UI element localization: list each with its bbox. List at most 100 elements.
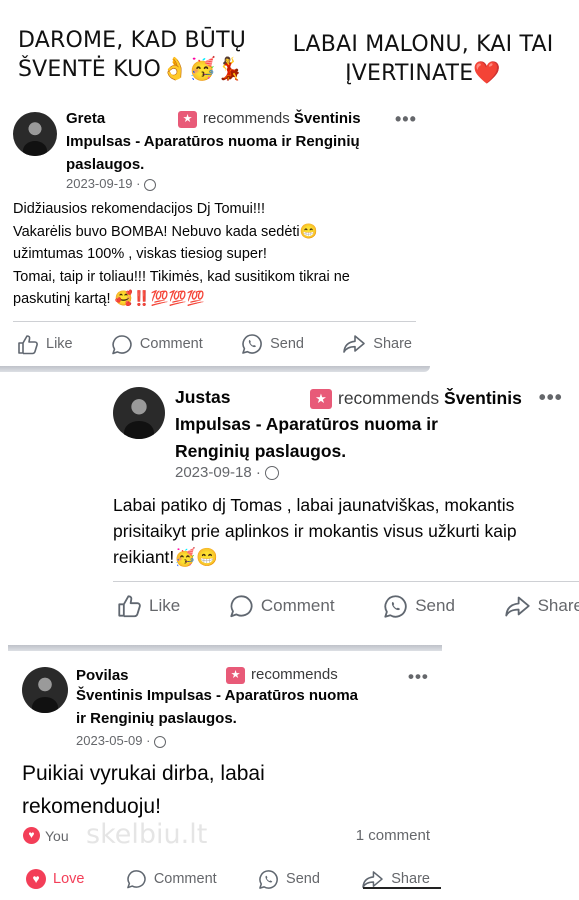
- avatar[interactable]: [22, 667, 68, 713]
- review-card-justas: Justas ★ recommends Šventinis ••• Impulsa…: [100, 377, 579, 629]
- recommendation-line: ★ recommends Šventinis: [178, 110, 361, 128]
- action-bar: Like Comment Send Share: [117, 593, 579, 619]
- share-icon: [504, 596, 530, 616]
- reaction-names: You: [45, 827, 69, 844]
- divider: [113, 581, 579, 582]
- comment-button[interactable]: Comment: [111, 334, 203, 355]
- avatar[interactable]: [13, 112, 57, 156]
- recommendation-line: ★ recommends: [226, 666, 338, 684]
- share-label: Share: [373, 336, 412, 352]
- comment-label: Comment: [153, 871, 217, 887]
- like-button[interactable]: Like: [17, 334, 73, 355]
- recommend-icon: ★: [310, 389, 332, 410]
- reviewer-name[interactable]: Greta: [66, 110, 105, 127]
- send-button[interactable]: Send: [241, 333, 304, 355]
- like-label: Like: [149, 596, 181, 615]
- share-icon: [362, 870, 384, 888]
- post-date-text[interactable]: 2023-05-09 ·: [76, 733, 150, 748]
- comment-label: Comment: [139, 336, 203, 352]
- globe-icon: [154, 735, 167, 748]
- recommends-label: recommends: [203, 110, 290, 127]
- divider: [13, 321, 416, 322]
- page-name-continued[interactable]: Impulsas - Aparatūros nuoma ir Renginių …: [175, 411, 505, 465]
- share-button[interactable]: Share: [361, 870, 430, 889]
- action-bar: Like Comment Send Share: [17, 332, 412, 356]
- comment-label: Comment: [260, 596, 335, 615]
- review-text-line: paskutinį kartą! 🥰‼️💯💯💯: [13, 291, 205, 307]
- comment-icon: [230, 595, 253, 618]
- recommend-icon: ★: [226, 666, 245, 684]
- headline-right-line-2: ĮVERTINATE❤️: [345, 61, 501, 86]
- review-text-line: Vakarėlis buvo BOMBA! Nebuvo kada sedėti…: [13, 223, 318, 240]
- send-label: Send: [270, 336, 304, 352]
- globe-icon: [264, 466, 279, 481]
- headline-left-line-2: ŠVENTĖ KUO👌🥳💃: [18, 57, 244, 82]
- headline-left: DAROME, KAD BŪTŲ ŠVENTĖ KUO👌🥳💃: [18, 26, 268, 84]
- post-date-text[interactable]: 2023-09-18 ·: [175, 464, 261, 481]
- whatsapp-icon: [259, 869, 278, 889]
- comment-button[interactable]: Comment: [229, 594, 335, 618]
- reviewer-name[interactable]: Justas: [175, 387, 230, 408]
- headline-right: LABAI MALONU, KAI TAI ĮVERTINATE❤️: [278, 30, 568, 88]
- post-date[interactable]: 2023-05-09 ·: [76, 733, 167, 748]
- post-date[interactable]: 2023-09-19 ·: [66, 176, 157, 191]
- reviewer-name[interactable]: Povilas: [76, 667, 129, 684]
- review-text: Labai patiko dj Tomas , labai jaunatvišk…: [113, 492, 517, 570]
- comment-icon: [126, 870, 146, 889]
- page-name-link[interactable]: Šventinis: [294, 110, 361, 127]
- love-reaction-icon: ♥: [23, 827, 40, 844]
- more-options-icon[interactable]: •••: [408, 667, 429, 687]
- card-shadow: [0, 366, 430, 372]
- love-reaction-icon: ♥: [26, 869, 46, 889]
- send-label: Send: [286, 871, 320, 887]
- headline-left-line-1: DAROME, KAD BŪTŲ: [18, 28, 247, 53]
- whatsapp-icon: [242, 334, 262, 354]
- review-text-line: užimtumas 100% , viskas tiesiog super!: [13, 246, 267, 262]
- like-button[interactable]: Like: [117, 594, 180, 618]
- reactions-summary[interactable]: ♥ You: [23, 827, 69, 844]
- review-text-line: reikiant!🥳😁: [113, 547, 218, 567]
- send-label: Send: [415, 596, 455, 615]
- review-text-line: prisitaikyt prie aplinkos ir mokantis vi…: [113, 521, 517, 541]
- send-button[interactable]: Send: [258, 869, 320, 890]
- share-label: Share: [391, 871, 430, 887]
- page-name-continued[interactable]: ir Renginių paslaugos.: [76, 710, 237, 727]
- review-text: Puikiai vyrukai dirba, labai rekomenduoj…: [22, 757, 265, 823]
- post-date-text[interactable]: 2023-09-19 ·: [66, 176, 140, 191]
- send-button[interactable]: Send: [383, 594, 455, 619]
- recommends-label: recommends: [251, 666, 338, 683]
- share-underline: [363, 887, 441, 889]
- avatar[interactable]: [113, 387, 165, 439]
- share-icon: [343, 335, 366, 353]
- headline-right-line-1: LABAI MALONU, KAI TAI: [292, 32, 554, 57]
- page-name-continued[interactable]: Impulsas - Aparatūros nuoma ir Renginių …: [66, 130, 366, 176]
- like-label: Like: [46, 336, 73, 352]
- review-card-povilas: Povilas ★ recommends ••• Šventinis Impuls…: [8, 651, 442, 900]
- post-date[interactable]: 2023-09-18 ·: [175, 464, 279, 481]
- share-label: Share: [537, 596, 579, 615]
- love-label: Love: [53, 871, 85, 887]
- comment-count[interactable]: 1 comment: [356, 827, 430, 844]
- love-button[interactable]: ♥ Love: [26, 869, 84, 889]
- review-text-line: Labai patiko dj Tomas , labai jaunatvišk…: [113, 495, 515, 515]
- comment-icon: [112, 334, 132, 354]
- review-card-greta: Greta ★ recommends Šventinis Impulsas - A…: [0, 102, 430, 368]
- thumbs-up-icon: [18, 334, 38, 354]
- review-text-line: Puikiai vyrukai dirba, labai: [22, 762, 265, 785]
- page-name-link[interactable]: Šventinis: [444, 388, 522, 408]
- page-name-link[interactable]: Šventinis Impulsas - Aparatūros nuoma: [76, 687, 358, 704]
- share-button[interactable]: Share: [504, 595, 579, 618]
- recommends-label: recommends: [338, 388, 440, 408]
- more-options-icon[interactable]: •••: [539, 387, 563, 409]
- comment-button[interactable]: Comment: [126, 869, 217, 889]
- recommendation-line: ★ recommends Šventinis •••: [310, 387, 563, 410]
- share-button[interactable]: Share: [342, 334, 412, 354]
- watermark: skelbiu.lt: [86, 819, 208, 850]
- review-text-line: Didžiausios rekomendacijos Dj Tomui!!!: [13, 201, 265, 217]
- thumbs-up-icon: [118, 595, 141, 618]
- globe-icon: [144, 178, 157, 191]
- whatsapp-icon: [384, 594, 407, 618]
- more-options-icon[interactable]: •••: [395, 109, 417, 130]
- review-text: Didžiausios rekomendacijos Dj Tomui!!! V…: [13, 198, 350, 311]
- recommend-icon: ★: [178, 110, 197, 128]
